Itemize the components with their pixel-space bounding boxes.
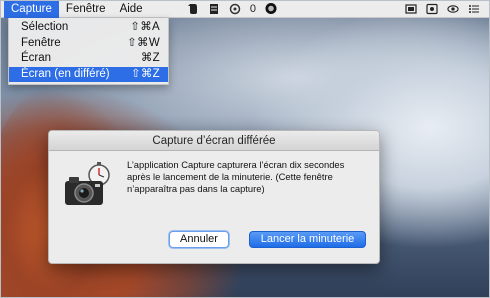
capture-dropdown-menu: Sélection ⇧⌘A Fenêtre ⇧⌘W Écran ⌘Z Écran…: [8, 18, 169, 85]
record-icon[interactable]: [265, 2, 277, 15]
menu-item-shortcut: ⇧⌘W: [127, 36, 160, 49]
menu-item-shortcut: ⇧⌘A: [130, 21, 160, 33]
menu-item-ecran-en-differe[interactable]: Écran (en différé) ⇧⌘Z: [9, 66, 168, 82]
evernote-icon[interactable]: [187, 3, 199, 15]
menu-item-shortcut: ⇧⌘Z: [130, 67, 160, 80]
menu-bar-menus: Capture Fenêtre Aide: [4, 0, 150, 18]
menu-capture[interactable]: Capture: [4, 0, 59, 18]
dialog-message-line: L’application Capture capturera l’écran …: [127, 159, 345, 170]
menu-item-label: Fenêtre: [21, 36, 61, 49]
menu-item-selection[interactable]: Sélection ⇧⌘A: [9, 20, 168, 36]
menu-item-label: Écran: [21, 52, 52, 64]
eye-icon[interactable]: [447, 3, 459, 15]
menu-aide[interactable]: Aide: [113, 0, 150, 18]
menu-fenetre[interactable]: Fenêtre: [59, 0, 113, 18]
sync-status-icon[interactable]: [229, 3, 241, 15]
menu-bar-status-area: 0: [187, 3, 490, 15]
menu-bar: Capture Fenêtre Aide 0: [0, 0, 490, 18]
menu-item-ecran[interactable]: Écran ⌘Z: [9, 51, 168, 67]
grab-camera-icon: [61, 161, 113, 209]
photo-icon[interactable]: [426, 3, 438, 15]
dialog-message-line: n’apparaîtra pas dans la capture): [127, 183, 265, 194]
screen-share-icon[interactable]: [405, 3, 417, 15]
menu-item-label: Écran (en différé): [21, 67, 110, 80]
dialog-message: L’application Capture capturera l’écran …: [127, 159, 372, 195]
menu-item-fenetre[interactable]: Fenêtre ⇧⌘W: [9, 36, 168, 52]
dialog-title: Capture d’écran différée: [49, 131, 379, 151]
menu-item-shortcut: ⌘Z: [140, 52, 160, 64]
stack-icon[interactable]: [208, 3, 220, 15]
menu-item-label: Sélection: [21, 21, 69, 33]
cancel-button[interactable]: Annuler: [169, 231, 229, 248]
notification-center-icon[interactable]: [468, 3, 480, 15]
delayed-capture-dialog: Capture d’écran différée L’application C…: [48, 130, 380, 264]
status-counter: 0: [249, 2, 256, 15]
start-timer-button[interactable]: Lancer la minuterie: [249, 231, 366, 248]
dialog-message-line: après le lancement de la minuterie. (Cet…: [127, 171, 333, 182]
